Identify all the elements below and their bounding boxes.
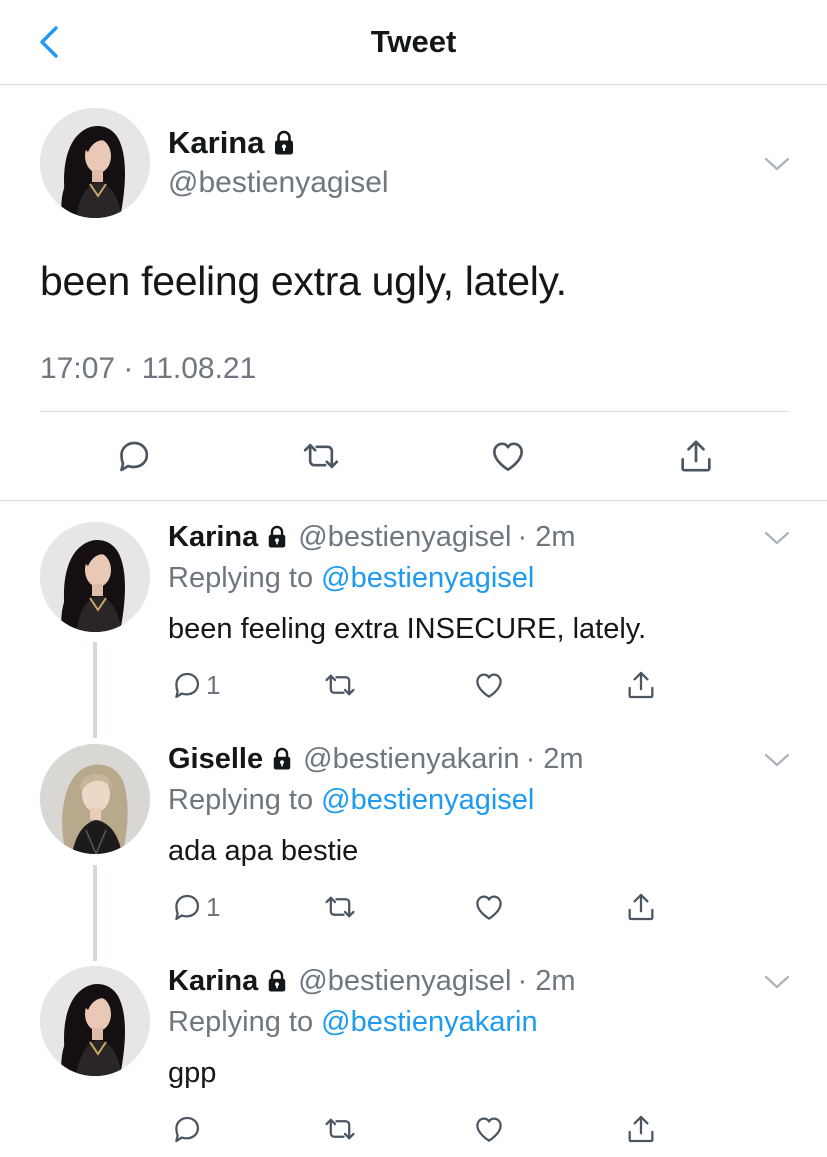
author-name-row[interactable]: Karina: [168, 125, 296, 161]
author-name[interactable]: Karina: [168, 963, 258, 999]
author-name[interactable]: Giselle: [168, 741, 263, 777]
like-button[interactable]: [472, 668, 506, 702]
share-icon: [624, 890, 658, 924]
reply-count: 1: [206, 891, 221, 922]
like-button[interactable]: [472, 1112, 506, 1146]
replying-to: Replying to @bestienyagisel: [168, 782, 534, 818]
tweet-text: been feeling extra INSECURE, lately.: [168, 613, 647, 645]
share-icon: [676, 436, 716, 476]
main-tweet: Karina @bestienyagisel been feeling extr…: [0, 85, 827, 501]
nav-bar: Tweet: [0, 0, 827, 85]
author-handle[interactable]: @bestienyagisel: [168, 165, 389, 201]
more-options-button[interactable]: [763, 973, 791, 991]
reply-tweet[interactable]: Karina @bestienyagisel · 2m Replying to …: [0, 499, 827, 721]
lock-icon: [266, 525, 288, 549]
reply-icon: [114, 436, 154, 476]
replying-to: Replying to @bestienyakarin: [168, 1004, 538, 1040]
replying-to-link[interactable]: @bestienyakarin: [321, 1006, 537, 1038]
lock-icon: [271, 747, 293, 771]
reply-button[interactable]: 1: [170, 890, 220, 924]
retweet-button[interactable]: [323, 890, 357, 924]
retweet-icon: [323, 668, 357, 702]
share-icon: [624, 668, 658, 702]
more-options-button[interactable]: [763, 155, 791, 173]
author-name: Karina: [168, 125, 265, 160]
reply-button[interactable]: 1: [170, 668, 220, 702]
share-button[interactable]: [624, 1112, 658, 1146]
reply-icon: [170, 890, 204, 924]
retweet-icon: [323, 1112, 357, 1146]
like-icon: [472, 668, 506, 702]
replying-to-label: Replying to: [168, 562, 322, 594]
author-handle[interactable]: @bestienyagisel: [298, 963, 511, 999]
share-icon: [624, 1112, 658, 1146]
avatar[interactable]: [40, 966, 150, 1076]
retweet-button[interactable]: [323, 668, 357, 702]
like-button[interactable]: [488, 436, 528, 476]
replying-to: Replying to @bestienyagisel: [168, 560, 534, 596]
avatar[interactable]: [40, 522, 150, 632]
reply-time: · 2m: [525, 743, 584, 775]
share-button[interactable]: [676, 436, 716, 476]
reply-tweet[interactable]: Giselle @bestienyakarin · 2m Replying to…: [0, 721, 827, 943]
lock-icon: [272, 130, 296, 156]
lock-icon: [266, 969, 288, 993]
chevron-down-icon: [763, 155, 791, 173]
retweet-button[interactable]: [301, 436, 341, 476]
author-name[interactable]: Karina: [168, 519, 258, 555]
avatar[interactable]: [40, 744, 150, 854]
author-handle[interactable]: @bestienyakarin: [303, 741, 519, 777]
chevron-down-icon: [763, 973, 791, 991]
reply-button[interactable]: [114, 436, 154, 476]
reply-time: · 2m: [517, 965, 576, 997]
replying-to-link[interactable]: @bestienyagisel: [321, 562, 534, 594]
reply-header: Giselle @bestienyakarin · 2m: [168, 741, 584, 777]
reply-header: Karina @bestienyagisel · 2m: [168, 519, 576, 555]
page-title: Tweet: [370, 24, 457, 59]
reply-icon: [170, 668, 204, 702]
tweet-text: gpp: [168, 1057, 217, 1089]
retweet-icon: [323, 890, 357, 924]
chevron-down-icon: [763, 529, 791, 547]
avatar[interactable]: [40, 108, 150, 218]
like-icon: [472, 890, 506, 924]
more-options-button[interactable]: [763, 529, 791, 547]
replying-to-label: Replying to: [168, 1006, 322, 1038]
retweet-icon: [301, 436, 341, 476]
reply-tweet[interactable]: Karina @bestienyagisel · 2m Replying to …: [0, 943, 827, 1157]
reply-count: 1: [206, 669, 221, 700]
reply-button[interactable]: [170, 1112, 204, 1146]
more-options-button[interactable]: [763, 751, 791, 769]
chevron-down-icon: [763, 751, 791, 769]
share-button[interactable]: [624, 668, 658, 702]
tweet-timestamp[interactable]: 17:07 · 11.08.21: [40, 351, 256, 387]
reply-icon: [170, 1112, 204, 1146]
tweet-text: been feeling extra ugly, lately.: [40, 258, 567, 304]
reply-header: Karina @bestienyagisel · 2m: [168, 963, 576, 999]
reply-time: · 2m: [517, 521, 576, 553]
tweet-text: ada apa bestie: [168, 835, 359, 867]
replying-to-label: Replying to: [168, 784, 322, 816]
divider: [40, 411, 788, 412]
share-button[interactable]: [624, 890, 658, 924]
author-handle[interactable]: @bestienyagisel: [298, 519, 511, 555]
retweet-button[interactable]: [323, 1112, 357, 1146]
like-icon: [488, 436, 528, 476]
replying-to-link[interactable]: @bestienyagisel: [321, 784, 534, 816]
like-icon: [472, 1112, 506, 1146]
like-button[interactable]: [472, 890, 506, 924]
